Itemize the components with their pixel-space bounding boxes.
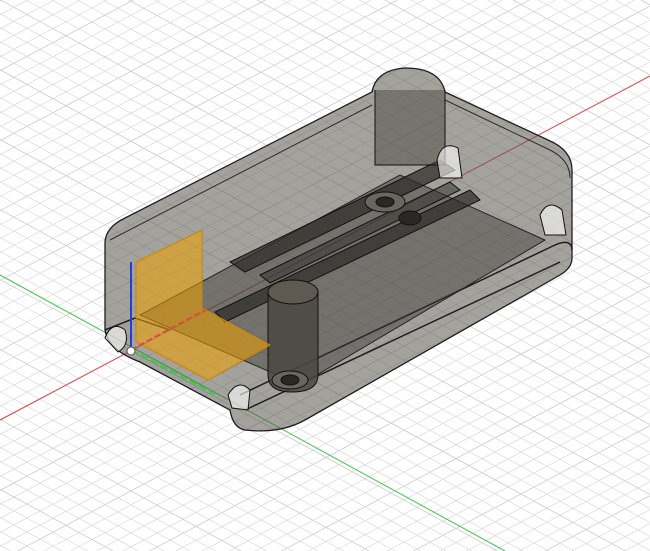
grid-line [598,523,650,551]
grid-line [545,495,650,551]
grid-line [487,0,650,90]
grid-line [0,405,267,551]
grid-line [0,446,191,551]
grid-line [589,0,650,34]
grid-line [439,439,650,551]
grid-line [0,432,216,551]
grid-line [413,425,650,551]
grid-line [538,0,650,62]
grid-line [0,516,62,551]
grid-line [615,0,650,20]
grid-line [0,474,139,551]
corner-notch-back [436,145,463,179]
corner-notch-right [539,204,567,236]
grid-line [512,0,650,76]
grid-line [334,383,650,551]
grid-line [0,502,88,551]
scene[interactable] [0,0,650,551]
grid-line [466,453,650,551]
grid-line [624,537,650,551]
grid-line [461,0,650,104]
screw-boss-front[interactable] [267,279,319,393]
grid-line [640,0,650,6]
grid-line [518,481,650,551]
grid-line [435,0,650,118]
grid-line [0,488,114,551]
grid-line [563,0,650,48]
grid-line [0,544,11,551]
origin-point[interactable] [126,346,136,356]
cad-3d-viewport[interactable] [0,0,650,551]
